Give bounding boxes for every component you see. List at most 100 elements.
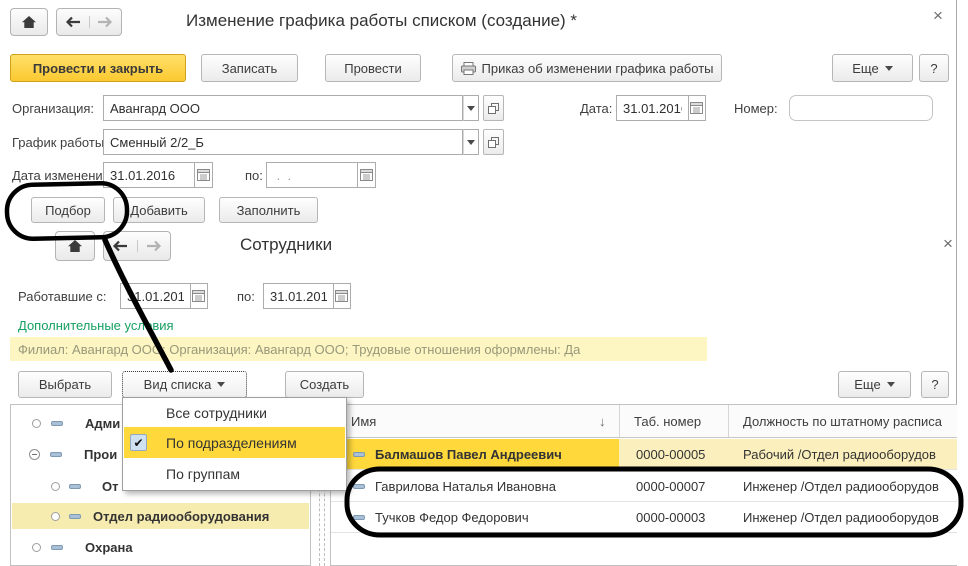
change-date-from-field[interactable] bbox=[103, 162, 213, 188]
forward-button[interactable] bbox=[136, 240, 171, 252]
check-icon: ✔ bbox=[130, 434, 147, 451]
combo-dropdown-icon[interactable] bbox=[462, 129, 479, 155]
close-icon[interactable]: × bbox=[933, 7, 943, 24]
tree-expand-icon[interactable] bbox=[51, 482, 60, 491]
table-header: Имя ↓ Таб. номер Должность по штатному р… bbox=[331, 405, 957, 438]
tree-item-security[interactable]: Охрана bbox=[12, 532, 309, 563]
menu-item-by-departments[interactable]: ✔ По подразделениям bbox=[124, 427, 345, 458]
worked-to-input[interactable] bbox=[263, 283, 334, 309]
post-button[interactable]: Провести bbox=[325, 54, 421, 82]
employee-icon bbox=[353, 452, 365, 457]
post-and-close-button[interactable]: Провести и закрыть bbox=[10, 54, 186, 82]
forward-button[interactable] bbox=[88, 16, 122, 28]
calendar-icon[interactable] bbox=[190, 283, 208, 309]
menu-item-by-groups[interactable]: По группам bbox=[124, 461, 345, 487]
schedule-input[interactable] bbox=[103, 129, 463, 155]
calendar-icon[interactable] bbox=[357, 162, 376, 188]
filter-summary-bar: Филиал: Авангард ООО; Организация: Аванг… bbox=[10, 337, 707, 361]
close-icon[interactable]: × bbox=[943, 235, 953, 252]
schedule-label: График работы: bbox=[12, 135, 108, 150]
menu-item-all-employees[interactable]: Все сотрудники bbox=[124, 401, 345, 425]
worked-from-field[interactable] bbox=[120, 283, 208, 309]
worked-from-input[interactable] bbox=[120, 283, 191, 309]
add-button[interactable]: Добавить bbox=[113, 197, 205, 223]
home-button[interactable] bbox=[10, 8, 48, 36]
worked-to-field[interactable] bbox=[263, 283, 351, 309]
organization-combo[interactable] bbox=[103, 95, 479, 121]
back-icon bbox=[113, 240, 128, 252]
employee-position: Инженер /Отдел радиооборудов bbox=[743, 510, 939, 525]
tree-collapse-icon[interactable] bbox=[29, 449, 40, 460]
fill-button[interactable]: Заполнить bbox=[219, 197, 318, 223]
change-date-from-input[interactable] bbox=[103, 162, 195, 188]
chevron-down-icon bbox=[884, 65, 893, 75]
table-row[interactable]: Гаврилова Наталья Ивановна 0000-00007 Ин… bbox=[331, 471, 957, 502]
group-icon bbox=[51, 545, 63, 550]
select-button[interactable]: Выбрать bbox=[18, 371, 112, 398]
combo-dropdown-icon[interactable] bbox=[462, 95, 479, 121]
window-employees: Сотрудники × Работавшие с: по: Дополните… bbox=[0, 226, 968, 566]
employee-position: Рабочий /Отдел радиооборудов bbox=[743, 447, 936, 462]
employee-position: Инженер /Отдел радиооборудов bbox=[743, 479, 939, 494]
column-header-name[interactable]: Имя bbox=[351, 414, 376, 429]
organization-label: Организация: bbox=[12, 101, 95, 116]
list-view-menu: Все сотрудники ✔ По подразделениям По гр… bbox=[122, 397, 347, 491]
forward-icon bbox=[98, 16, 113, 28]
worked-to-label: по: bbox=[237, 289, 255, 304]
number-field[interactable] bbox=[789, 95, 933, 121]
calendar-icon[interactable] bbox=[333, 283, 351, 309]
table-row[interactable]: Балмашов Павел Андреевич 0000-00005 Рабо… bbox=[331, 439, 957, 470]
number-input[interactable] bbox=[789, 95, 933, 121]
pick-button[interactable]: Подбор bbox=[31, 197, 105, 223]
change-date-label: Дата изменения: bbox=[12, 168, 114, 183]
tree-item-radio-equipment[interactable]: Отдел радиооборудования bbox=[12, 503, 309, 529]
employee-name: Тучков Федор Федорович bbox=[375, 510, 529, 525]
home-icon bbox=[67, 239, 83, 253]
calendar-icon[interactable] bbox=[194, 162, 213, 188]
open-icon bbox=[488, 136, 499, 148]
employee-number: 0000-00007 bbox=[636, 479, 706, 494]
calendar-icon[interactable] bbox=[688, 95, 706, 121]
page-title: Сотрудники bbox=[240, 235, 333, 254]
tree-expand-icon[interactable] bbox=[32, 543, 41, 552]
print-order-button[interactable]: Приказ об изменении графика работы bbox=[452, 54, 722, 82]
employee-number: 0000-00003 bbox=[636, 510, 706, 525]
change-date-to-label: по: bbox=[245, 168, 263, 183]
home-button[interactable] bbox=[55, 231, 95, 261]
list-view-button[interactable]: Вид списка bbox=[122, 371, 247, 398]
organization-input[interactable] bbox=[103, 95, 463, 121]
table-row[interactable]: Тучков Федор Федорович 0000-00003 Инжене… bbox=[331, 502, 957, 533]
back-icon bbox=[65, 16, 80, 28]
change-date-to-input[interactable] bbox=[266, 162, 358, 188]
schedule-open-button[interactable] bbox=[483, 129, 504, 155]
organization-open-button[interactable] bbox=[483, 95, 504, 121]
tree-expand-icon[interactable] bbox=[32, 419, 41, 428]
write-button[interactable]: Записать bbox=[201, 54, 298, 82]
history-nav-group bbox=[103, 231, 171, 261]
additional-conditions-link[interactable]: Дополнительные условия bbox=[18, 318, 174, 333]
date-label: Дата: bbox=[580, 101, 613, 116]
date-input[interactable] bbox=[616, 95, 689, 121]
tree-expand-icon[interactable] bbox=[51, 511, 60, 521]
chevron-down-icon bbox=[886, 382, 895, 391]
help-button[interactable]: ? bbox=[919, 54, 949, 82]
column-header-position[interactable]: Должность по штатному расписа bbox=[743, 414, 942, 429]
column-header-number[interactable]: Таб. номер bbox=[634, 414, 701, 429]
more-button[interactable]: Еще bbox=[838, 371, 911, 398]
create-button[interactable]: Создать bbox=[285, 371, 364, 398]
date-field[interactable] bbox=[616, 95, 706, 121]
more-button[interactable]: Еще bbox=[832, 54, 913, 82]
back-button[interactable] bbox=[104, 240, 137, 252]
back-button[interactable] bbox=[57, 16, 89, 28]
change-date-to-field[interactable] bbox=[266, 162, 376, 188]
history-nav-group bbox=[56, 8, 122, 36]
app-canvas: Изменение графика работы списком (создан… bbox=[0, 0, 968, 566]
sort-descending-icon[interactable]: ↓ bbox=[599, 414, 606, 429]
employee-number: 0000-00005 bbox=[636, 447, 706, 462]
number-label: Номер: bbox=[734, 101, 778, 116]
home-icon bbox=[21, 15, 37, 29]
window-change-schedule: Изменение графика работы списком (создан… bbox=[0, 0, 968, 566]
schedule-combo[interactable] bbox=[103, 129, 479, 155]
help-button[interactable]: ? bbox=[921, 371, 949, 398]
group-icon bbox=[69, 484, 81, 489]
